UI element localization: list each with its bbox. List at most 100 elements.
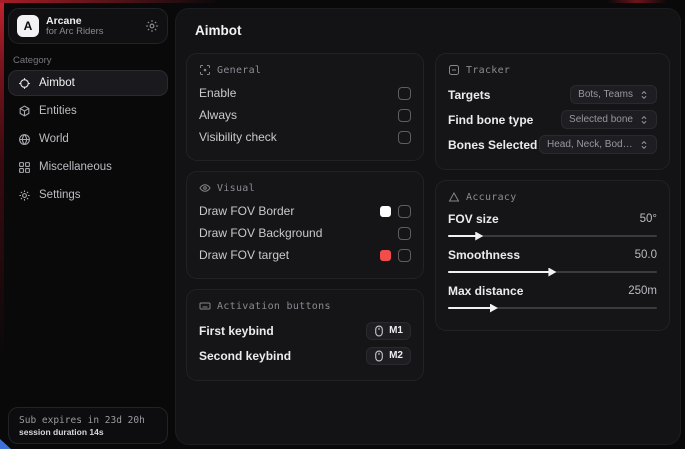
chevrons-up-down-icon bbox=[639, 140, 649, 150]
gear-icon bbox=[18, 189, 31, 202]
sidebar-item-label: Settings bbox=[39, 189, 81, 201]
grid-icon bbox=[18, 161, 31, 174]
setting-label: Always bbox=[199, 108, 237, 122]
right-column: Tracker Targets Bots, Teams Find bone ty… bbox=[435, 53, 670, 381]
section-title: Tracker bbox=[466, 65, 510, 76]
main-panel: Aimbot General Enable Always bbox=[175, 8, 681, 445]
sidebar-item-world[interactable]: World bbox=[8, 126, 168, 152]
first-keybind-button[interactable]: M1 bbox=[366, 322, 411, 340]
setting-label: Draw FOV target bbox=[199, 248, 289, 262]
sidebar-item-miscellaneous[interactable]: Miscellaneous bbox=[8, 154, 168, 180]
app-header-card: A Arcane for Arc Riders bbox=[8, 8, 168, 44]
accuracy-section: Accuracy FOV size 50° Smoothne bbox=[435, 180, 670, 331]
targets-dropdown[interactable]: Bots, Teams bbox=[570, 85, 657, 104]
slider-handle[interactable] bbox=[548, 268, 556, 277]
crosshair-icon bbox=[18, 77, 31, 90]
enable-checkbox[interactable] bbox=[398, 87, 411, 100]
setting-row-fov-background: Draw FOV Background bbox=[199, 222, 411, 244]
scan-icon bbox=[199, 64, 211, 76]
bones-selected-dropdown[interactable]: Head, Neck, Body, Fe... bbox=[539, 135, 657, 154]
slider-fill bbox=[448, 271, 550, 273]
sidebar-item-label: World bbox=[39, 133, 69, 145]
setting-row-bones-selected: Bones Selected Head, Neck, Body, Fe... bbox=[448, 132, 657, 157]
sub-expires-text: Sub expires in 23d 20h bbox=[19, 415, 157, 426]
chevrons-up-down-icon bbox=[639, 90, 649, 100]
activation-section: Activation buttons First keybind M1 Seco… bbox=[186, 289, 424, 381]
setting-label: Second keybind bbox=[199, 349, 291, 363]
mouse-icon bbox=[374, 325, 384, 337]
keyboard-icon bbox=[199, 300, 211, 312]
tracker-icon bbox=[448, 64, 460, 76]
setting-row-visibility-check: Visibility check bbox=[199, 126, 411, 148]
setting-row-always: Always bbox=[199, 104, 411, 126]
session-duration-text: session duration 14s bbox=[19, 427, 157, 437]
slider-value: 250m bbox=[628, 285, 657, 297]
app-meta: Arcane for Arc Riders bbox=[46, 15, 138, 38]
smoothness-slider-group: Smoothness 50.0 bbox=[448, 246, 657, 273]
slider-handle[interactable] bbox=[475, 232, 483, 241]
sidebar: A Arcane for Arc Riders Category Aimbot … bbox=[0, 0, 175, 449]
dropdown-value: Selected bone bbox=[569, 114, 633, 125]
sidebar-item-entities[interactable]: Entities bbox=[8, 98, 168, 124]
slider-handle[interactable] bbox=[490, 304, 498, 313]
max-distance-slider[interactable] bbox=[448, 307, 657, 309]
setting-row-enable: Enable bbox=[199, 82, 411, 104]
max-distance-slider-group: Max distance 250m bbox=[448, 282, 657, 309]
fov-background-checkbox[interactable] bbox=[398, 227, 411, 240]
category-label: Category bbox=[13, 55, 52, 66]
setting-label: Max distance bbox=[448, 284, 523, 298]
setting-row-find-bone-type: Find bone type Selected bone bbox=[448, 107, 657, 132]
setting-row-fov-target: Draw FOV target bbox=[199, 244, 411, 266]
sidebar-nav: Aimbot Entities World Miscellaneous bbox=[8, 70, 168, 210]
setting-row-second-keybind: Second keybind M2 bbox=[199, 343, 411, 368]
dropdown-value: Head, Neck, Body, Fe... bbox=[547, 139, 633, 150]
setting-row-first-keybind: First keybind M1 bbox=[199, 318, 411, 343]
setting-label: Draw FOV Border bbox=[199, 204, 294, 218]
slider-fill bbox=[448, 307, 492, 309]
section-title: Activation buttons bbox=[217, 301, 331, 312]
fov-size-slider-group: FOV size 50° bbox=[448, 210, 657, 237]
find-bone-type-dropdown[interactable]: Selected bone bbox=[561, 110, 657, 129]
sidebar-item-label: Aimbot bbox=[39, 77, 75, 89]
second-keybind-button[interactable]: M2 bbox=[366, 347, 411, 365]
smoothness-slider[interactable] bbox=[448, 271, 657, 273]
app-logo: A bbox=[17, 15, 39, 37]
section-title: Visual bbox=[217, 183, 255, 194]
setting-row-targets: Targets Bots, Teams bbox=[448, 82, 657, 107]
setting-label: Enable bbox=[199, 86, 236, 100]
fov-size-slider[interactable] bbox=[448, 235, 657, 237]
setting-label: Smoothness bbox=[448, 248, 520, 262]
chevrons-up-down-icon bbox=[639, 115, 649, 125]
triangle-icon bbox=[448, 191, 460, 203]
sidebar-item-aimbot[interactable]: Aimbot bbox=[8, 70, 168, 96]
fov-border-color-swatch[interactable] bbox=[380, 206, 391, 217]
app-subtitle: for Arc Riders bbox=[46, 27, 138, 38]
setting-label: Find bone type bbox=[448, 113, 533, 127]
subscription-card: Sub expires in 23d 20h session duration … bbox=[8, 407, 168, 444]
setting-label: First keybind bbox=[199, 324, 274, 338]
sidebar-item-settings[interactable]: Settings bbox=[8, 182, 168, 208]
section-title: Accuracy bbox=[466, 192, 517, 203]
setting-row-fov-border: Draw FOV Border bbox=[199, 200, 411, 222]
app-name: Arcane bbox=[46, 15, 138, 27]
app-settings-icon[interactable] bbox=[145, 19, 159, 33]
setting-label: Bones Selected bbox=[448, 138, 537, 152]
left-column: General Enable Always Visibility check bbox=[186, 53, 424, 381]
setting-label: Targets bbox=[448, 88, 490, 102]
fov-target-checkbox[interactable] bbox=[398, 249, 411, 262]
dropdown-value: Bots, Teams bbox=[578, 89, 633, 100]
entities-icon bbox=[18, 105, 31, 118]
always-checkbox[interactable] bbox=[398, 109, 411, 122]
fov-border-checkbox[interactable] bbox=[398, 205, 411, 218]
page-title: Aimbot bbox=[195, 23, 670, 38]
keybind-value: M1 bbox=[389, 325, 403, 336]
fov-target-color-swatch[interactable] bbox=[380, 250, 391, 261]
visibility-check-checkbox[interactable] bbox=[398, 131, 411, 144]
tracker-section: Tracker Targets Bots, Teams Find bone ty… bbox=[435, 53, 670, 170]
eye-icon bbox=[199, 182, 211, 194]
sidebar-item-label: Entities bbox=[39, 105, 77, 117]
general-section: General Enable Always Visibility check bbox=[186, 53, 424, 161]
keybind-value: M2 bbox=[389, 350, 403, 361]
setting-label: FOV size bbox=[448, 212, 499, 226]
sidebar-item-label: Miscellaneous bbox=[39, 161, 112, 173]
